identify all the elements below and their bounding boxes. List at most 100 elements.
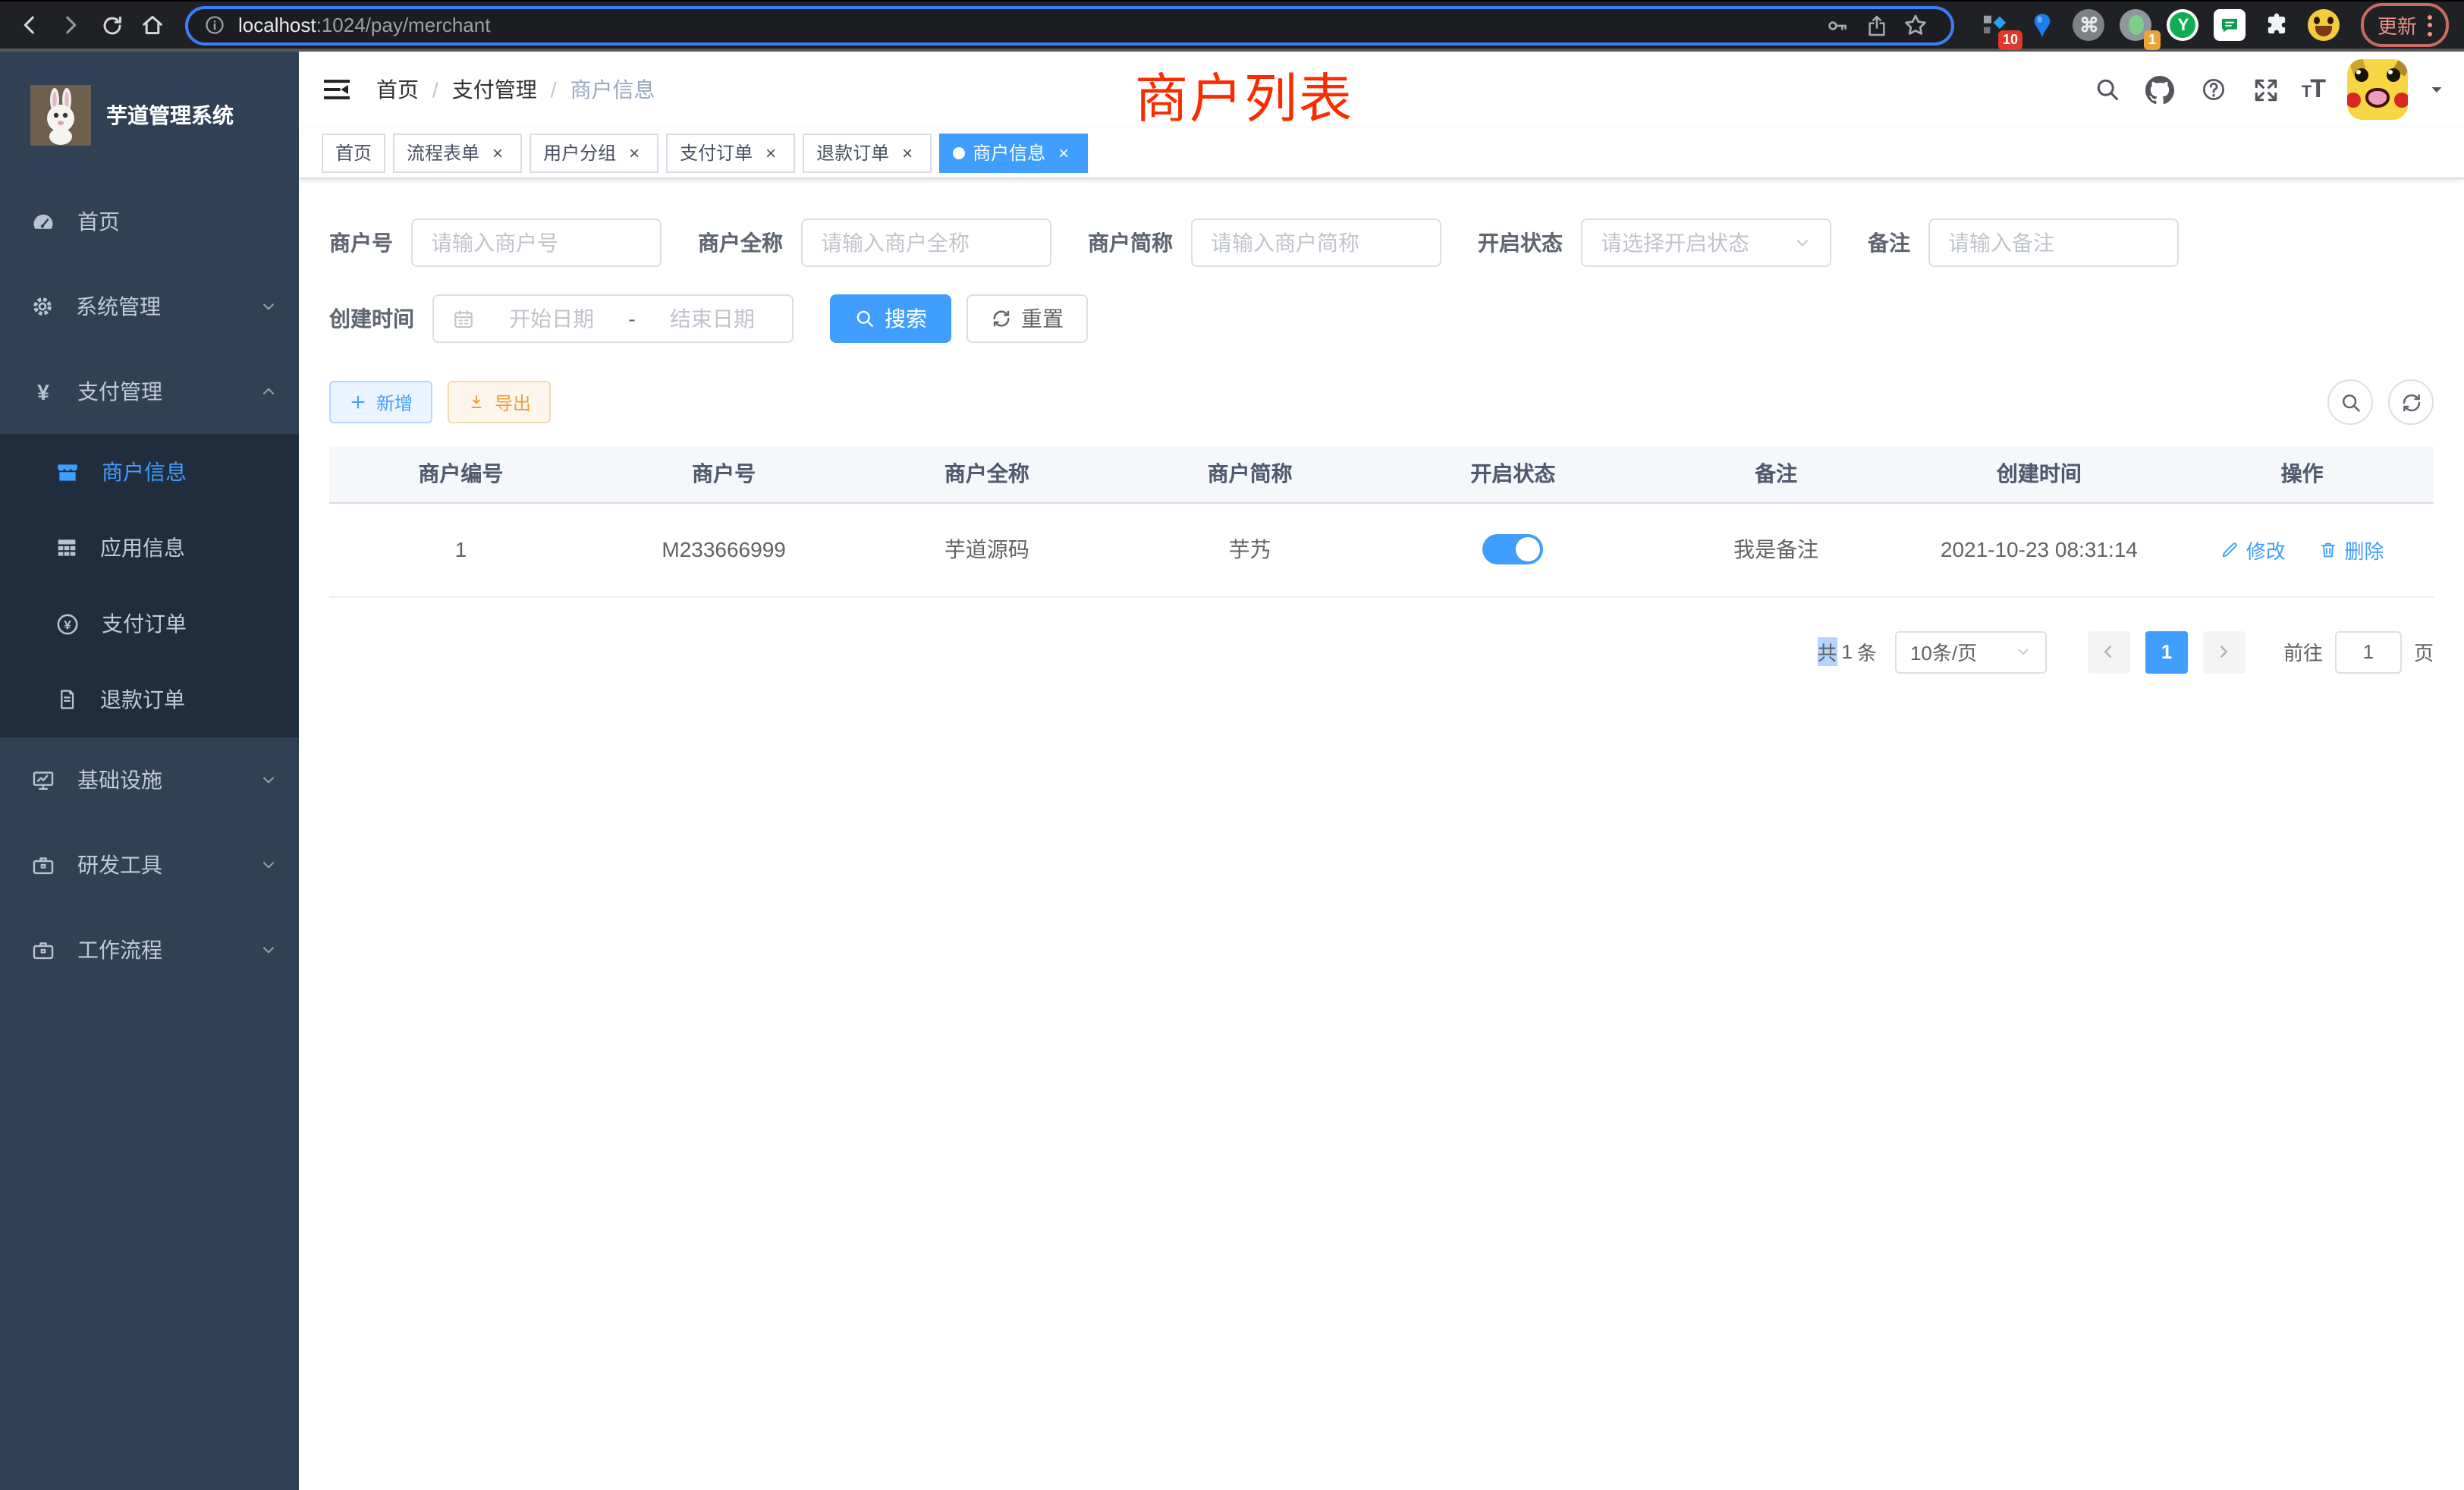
sidebar-item-merchant-info[interactable]: 商户信息 bbox=[0, 434, 299, 510]
pencil-icon bbox=[2220, 539, 2240, 559]
create-time-range-picker[interactable]: 开始日期 - 结束日期 bbox=[432, 294, 794, 343]
short-name-input[interactable]: 请输入商户简称 bbox=[1191, 218, 1441, 267]
yen-icon bbox=[30, 379, 56, 404]
sidebar-item-infra[interactable]: 基础设施 bbox=[0, 737, 299, 822]
browser-forward-button[interactable] bbox=[50, 5, 91, 45]
active-dot bbox=[953, 146, 965, 159]
extension-gem-icon[interactable] bbox=[2024, 7, 2060, 43]
refresh-icon bbox=[2400, 391, 2422, 413]
sidebar: 芋道管理系统 首页 系统管理 支付管理 商户信息 bbox=[0, 52, 299, 1490]
dashboard-icon bbox=[30, 209, 56, 234]
close-icon[interactable]: × bbox=[487, 142, 508, 163]
chevron-down-icon bbox=[259, 771, 278, 789]
password-key-icon[interactable] bbox=[1818, 8, 1857, 42]
monitor-icon bbox=[30, 767, 56, 793]
sidebar-item-app-info[interactable]: 应用信息 bbox=[0, 510, 299, 586]
tab-merchant-info[interactable]: 商户信息× bbox=[939, 133, 1088, 172]
font-size-icon[interactable]: TT bbox=[2302, 74, 2324, 105]
browser-home-button[interactable] bbox=[132, 5, 173, 45]
pagination-total: 共1条 bbox=[1817, 637, 1877, 666]
breadcrumb-home[interactable]: 首页 bbox=[376, 74, 419, 105]
close-icon[interactable]: × bbox=[897, 142, 918, 163]
sidebar-item-payment[interactable]: 支付管理 bbox=[0, 349, 299, 434]
sidebar-item-refund-order[interactable]: 退款订单 bbox=[0, 662, 299, 737]
col-status: 开启状态 bbox=[1381, 446, 1645, 502]
sidebar-item-workflow[interactable]: 工作流程 bbox=[0, 907, 299, 992]
extension-command-icon[interactable]: ⌘ bbox=[2071, 7, 2107, 43]
site-info-icon[interactable] bbox=[203, 14, 226, 36]
extension-emoji-icon[interactable] bbox=[2306, 7, 2343, 43]
extension-y-icon[interactable]: Y bbox=[2165, 7, 2202, 43]
sidebar-item-pay-order[interactable]: 支付订单 bbox=[0, 586, 299, 662]
tab-user-group[interactable]: 用户分组× bbox=[530, 133, 658, 172]
search-icon bbox=[2339, 391, 2362, 413]
fullscreen-icon[interactable] bbox=[2249, 70, 2285, 109]
edit-link[interactable]: 修改 bbox=[2220, 535, 2286, 564]
bookmark-star-icon[interactable] bbox=[1897, 8, 1936, 42]
extension-tabs-icon[interactable]: 10 bbox=[1977, 7, 2013, 43]
toggle-search-button[interactable] bbox=[2327, 379, 2373, 425]
page-1-button[interactable]: 1 bbox=[2145, 630, 2188, 673]
tab-pay-order[interactable]: 支付订单× bbox=[666, 133, 795, 172]
chevron-up-icon bbox=[259, 382, 278, 401]
next-page-button[interactable] bbox=[2203, 630, 2246, 673]
full-name-label: 商户全称 bbox=[698, 228, 783, 258]
help-icon[interactable] bbox=[2195, 70, 2232, 109]
search-button[interactable]: 搜索 bbox=[830, 294, 951, 343]
tab-home[interactable]: 首页 bbox=[322, 133, 385, 172]
sidebar-item-system[interactable]: 系统管理 bbox=[0, 264, 299, 349]
remark-label: 备注 bbox=[1868, 228, 1910, 258]
col-remark: 备注 bbox=[1645, 446, 1908, 502]
sidebar-collapse-icon[interactable] bbox=[322, 74, 352, 105]
address-bar[interactable]: localhost:1024/pay/merchant bbox=[185, 5, 1954, 45]
avatar[interactable] bbox=[2347, 59, 2408, 120]
share-icon[interactable] bbox=[1857, 8, 1897, 42]
github-icon[interactable] bbox=[2142, 70, 2179, 109]
tab-refund-order[interactable]: 退款订单× bbox=[803, 133, 932, 172]
merchant-no-input[interactable]: 请输入商户号 bbox=[411, 218, 662, 267]
status-label: 开启状态 bbox=[1478, 228, 1563, 258]
col-short-name: 商户简称 bbox=[1118, 446, 1381, 502]
avatar-caret-icon[interactable] bbox=[2428, 80, 2446, 99]
export-button[interactable]: 导出 bbox=[448, 381, 551, 423]
goto-page-input[interactable]: 1 bbox=[2335, 630, 2402, 673]
status-select[interactable]: 请选择开启状态 bbox=[1581, 218, 1831, 267]
close-icon[interactable]: × bbox=[760, 142, 781, 163]
pagination: 共1条 10条/页 1 前往 1 页 bbox=[329, 630, 2434, 673]
reset-button[interactable]: 重置 bbox=[966, 294, 1088, 343]
cell-create-time: 2021-10-23 08:31:14 bbox=[1908, 502, 2171, 596]
browser-reload-button[interactable] bbox=[91, 5, 132, 45]
full-name-input[interactable]: 请输入商户全称 bbox=[801, 218, 1051, 267]
remark-input[interactable]: 请输入备注 bbox=[1928, 218, 2179, 267]
status-toggle[interactable] bbox=[1482, 534, 1543, 564]
browser-menu-icon[interactable] bbox=[2428, 14, 2432, 36]
sidebar-item-dev-tools[interactable]: 研发工具 bbox=[0, 822, 299, 907]
tabs-bar: 首页 流程表单× 用户分组× 支付订单× 退款订单× 商户信息× bbox=[299, 127, 2464, 179]
chevron-down-icon bbox=[259, 856, 278, 874]
browser-update-button[interactable]: 更新 bbox=[2361, 3, 2449, 47]
merchant-page: 商户号 请输入商户号 商户全称 请输入商户全称 商户简称 请输入商户简称 开启状… bbox=[299, 179, 2464, 1490]
browser-back-button[interactable] bbox=[9, 5, 50, 45]
document-icon bbox=[55, 687, 79, 712]
close-icon[interactable]: × bbox=[1053, 142, 1074, 163]
delete-link[interactable]: 删除 bbox=[2319, 535, 2384, 564]
cell-remark: 我是备注 bbox=[1645, 502, 1908, 596]
refresh-table-button[interactable] bbox=[2388, 379, 2434, 425]
breadcrumb-payment[interactable]: 支付管理 bbox=[452, 74, 537, 105]
tab-process-form[interactable]: 流程表单× bbox=[393, 133, 522, 172]
extension-puzzle-icon[interactable] bbox=[2259, 7, 2296, 43]
cell-merchant-id: 1 bbox=[329, 502, 592, 596]
short-name-label: 商户简称 bbox=[1088, 228, 1173, 258]
sidebar-logo[interactable]: 芋道管理系统 bbox=[0, 52, 299, 179]
add-button[interactable]: 新增 bbox=[329, 381, 432, 423]
page-size-select[interactable]: 10条/页 bbox=[1895, 630, 2047, 673]
plus-icon bbox=[349, 393, 367, 411]
briefcase-icon bbox=[30, 937, 56, 963]
header-search-icon[interactable] bbox=[2089, 70, 2126, 109]
sidebar-item-home[interactable]: 首页 bbox=[0, 179, 299, 264]
prev-page-button[interactable] bbox=[2088, 630, 2130, 673]
extension-proxy-icon[interactable]: 1 bbox=[2118, 7, 2154, 43]
extension-chat-icon[interactable] bbox=[2212, 7, 2249, 43]
merchant-table: 商户编号 商户号 商户全称 商户简称 开启状态 备注 创建时间 操作 1 bbox=[329, 446, 2434, 597]
close-icon[interactable]: × bbox=[624, 142, 645, 163]
